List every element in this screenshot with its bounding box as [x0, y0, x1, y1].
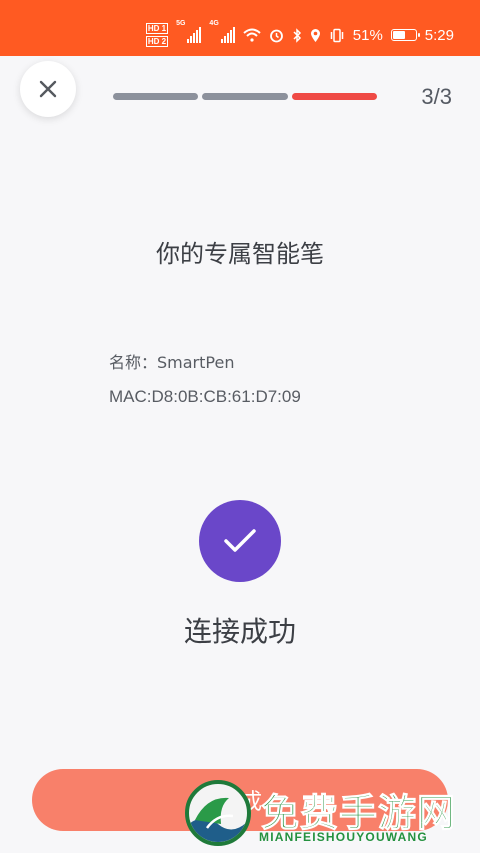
- status-icons: HD 1 HD 2 5G 4G 51% 5:29: [145, 20, 454, 50]
- alarm-icon: [269, 28, 284, 43]
- progress-segment-2: [202, 93, 288, 100]
- close-button[interactable]: [20, 61, 76, 117]
- location-icon: [310, 28, 321, 43]
- watermark-text: 免费手游网: [260, 790, 457, 836]
- signal1-icon: [187, 27, 202, 43]
- progress-segment-1: [113, 93, 199, 100]
- bluetooth-icon: [292, 27, 302, 43]
- signal2-icon: [220, 27, 235, 43]
- sim-indicators: HD 1 HD 2: [145, 23, 169, 47]
- device-mac-address: MAC:D8:0B:CB:61:D7:09: [109, 387, 301, 406]
- page-title: 你的专属智能笔: [156, 240, 324, 268]
- watermark-subtext: MIANFEISHOUYOUWANG: [259, 830, 428, 844]
- connection-success-text: 连接成功: [183, 615, 296, 648]
- battery-level-fill: [392, 31, 406, 39]
- sim1-label: HD 1: [145, 23, 169, 34]
- check-icon: [224, 529, 256, 552]
- network2-label: 4G: [209, 20, 219, 27]
- battery-icon: [390, 29, 420, 41]
- device-name: 名称：SmartPen: [109, 353, 235, 372]
- sim2-label: HD 2: [145, 36, 169, 47]
- step-progress-bar: [113, 93, 377, 101]
- wifi-icon: [243, 28, 261, 42]
- network1-label: 5G: [176, 20, 186, 27]
- close-icon: [39, 80, 57, 98]
- vibrate-icon: [329, 28, 345, 43]
- progress-segment-3: [291, 93, 377, 100]
- step-counter: 3/3: [421, 84, 452, 109]
- watermark: 免费手游网 MIANFEISHOUYOUWANG: [185, 780, 475, 850]
- battery-percent: 51%: [352, 26, 383, 44]
- status-bar: HD 1 HD 2 5G 4G 51% 5:29: [0, 0, 480, 56]
- clock: 5:29: [424, 26, 454, 44]
- success-badge: [199, 500, 281, 582]
- watermark-logo-icon: [185, 780, 251, 846]
